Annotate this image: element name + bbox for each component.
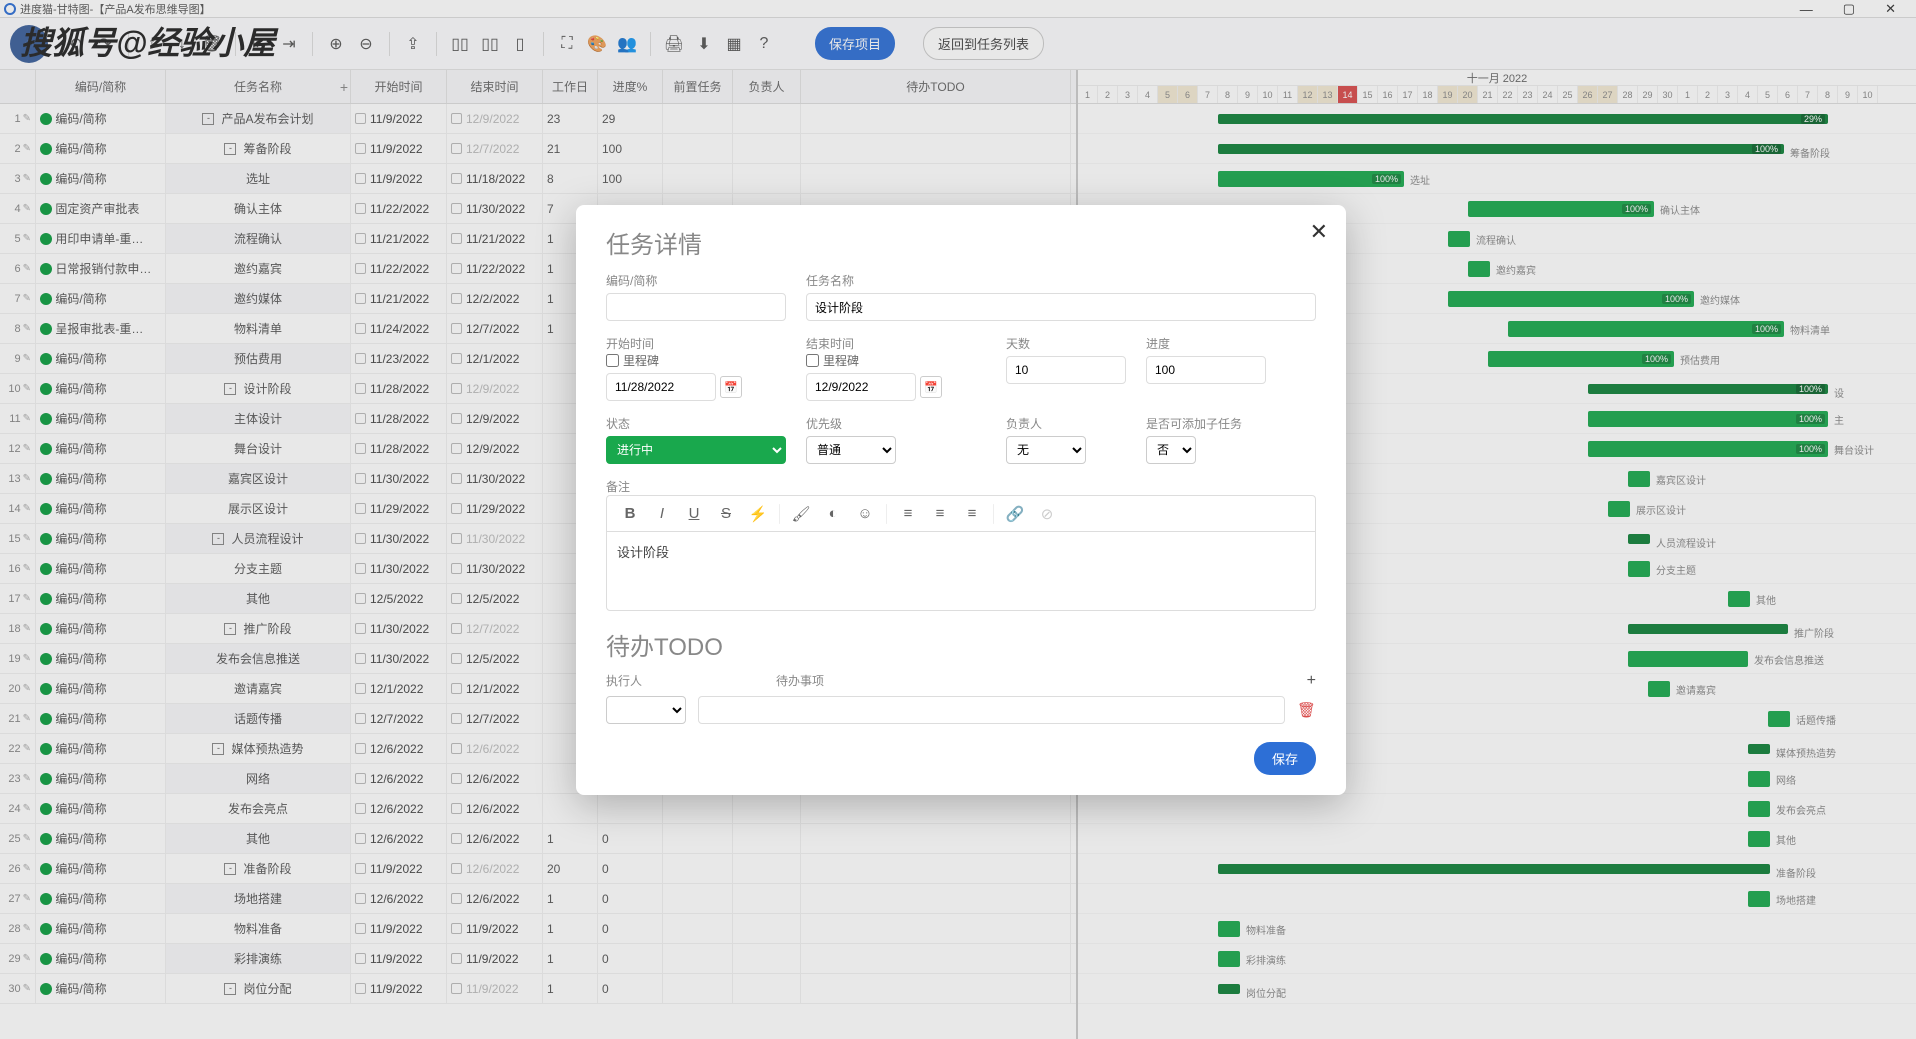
todo-item-label: 待办事项 xyxy=(776,672,824,690)
underline-icon[interactable]: U xyxy=(679,501,709,527)
color-icon[interactable]: 🖌 xyxy=(786,501,816,527)
label-code: 编码/简称 xyxy=(606,272,786,289)
modal-title: 任务详情 xyxy=(606,225,1316,260)
input-start-date[interactable] xyxy=(606,373,716,401)
label-prog: 进度 xyxy=(1146,335,1266,352)
label-priority: 优先级 xyxy=(806,415,986,432)
task-detail-modal: ✕ 任务详情 编码/简称 任务名称 开始时间 里程碑 📅 结束时间 里程碑 📅 … xyxy=(576,205,1346,795)
label-owner: 负责人 xyxy=(1006,415,1126,432)
highlight-icon[interactable]: ◐ xyxy=(818,501,848,527)
select-subtask[interactable]: 否 xyxy=(1146,436,1196,464)
editor-toolbar: B I U S ⚡ 🖌 ◐ ☺ ≡ ≡ ≡ 🔗 ⊘ xyxy=(606,495,1316,531)
select-priority[interactable]: 普通 xyxy=(806,436,896,464)
input-progress[interactable] xyxy=(1146,356,1266,384)
todo-section-title: 待办TODO xyxy=(606,627,1316,662)
input-days[interactable] xyxy=(1006,356,1126,384)
todo-executor-select[interactable] xyxy=(606,696,686,724)
select-status[interactable]: 进行中 xyxy=(606,436,786,464)
todo-exec-label: 执行人 xyxy=(606,672,776,690)
label-status: 状态 xyxy=(606,415,786,432)
todo-item-input[interactable] xyxy=(698,696,1285,724)
link-icon[interactable]: 🔗 xyxy=(1000,501,1030,527)
label-name: 任务名称 xyxy=(806,272,1316,289)
align-center-icon[interactable]: ≡ xyxy=(925,501,955,527)
emoji-icon[interactable]: ☺ xyxy=(850,501,880,527)
add-todo-icon[interactable]: + xyxy=(1307,672,1316,690)
align-right-icon[interactable]: ≡ xyxy=(957,501,987,527)
bold-icon[interactable]: B xyxy=(615,501,645,527)
label-subtask: 是否可添加子任务 xyxy=(1146,415,1286,432)
delete-todo-icon[interactable]: 🗑 xyxy=(1297,701,1316,719)
calendar-icon[interactable]: 📅 xyxy=(920,376,942,398)
notes-editor[interactable]: 设计阶段 xyxy=(606,531,1316,611)
milestone-start-checkbox[interactable] xyxy=(606,354,619,367)
input-name[interactable] xyxy=(806,293,1316,321)
strike-icon[interactable]: S xyxy=(711,501,741,527)
save-button[interactable]: 保存 xyxy=(1254,742,1316,775)
input-end-date[interactable] xyxy=(806,373,916,401)
clear-icon[interactable]: ⚡ xyxy=(743,501,773,527)
label-days: 天数 xyxy=(1006,335,1126,352)
input-code[interactable] xyxy=(606,293,786,321)
calendar-icon[interactable]: 📅 xyxy=(720,376,742,398)
italic-icon[interactable]: I xyxy=(647,501,677,527)
milestone-end-checkbox[interactable] xyxy=(806,354,819,367)
label-notes: 备注 xyxy=(606,480,630,494)
align-left-icon[interactable]: ≡ xyxy=(893,501,923,527)
unlink-icon[interactable]: ⊘ xyxy=(1032,501,1062,527)
select-owner[interactable]: 无 xyxy=(1006,436,1086,464)
close-icon[interactable]: ✕ xyxy=(1310,219,1328,245)
